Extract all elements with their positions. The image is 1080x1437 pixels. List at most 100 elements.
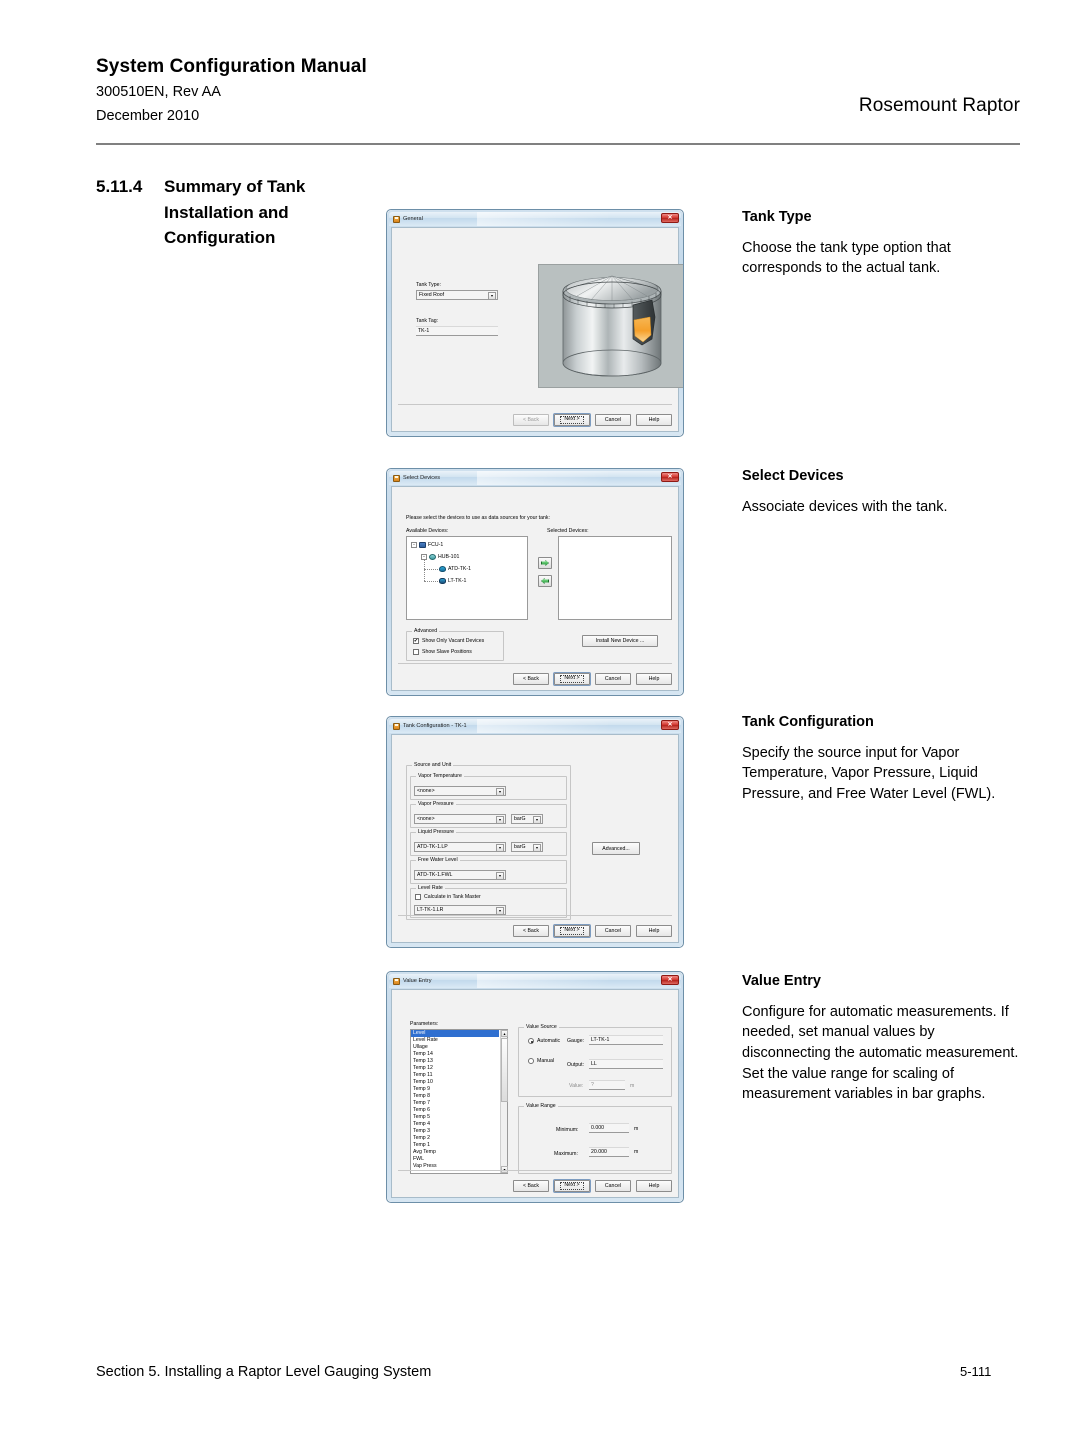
list-item[interactable]: Temp 14 <box>411 1051 499 1058</box>
help-button[interactable]: Help <box>636 673 672 685</box>
maximum-input[interactable]: 20.000 <box>589 1147 629 1157</box>
button-divider <box>398 1170 672 1171</box>
tree-node-atd[interactable]: ATD-TK-1 <box>439 566 471 572</box>
section-title-line-3: Configuration <box>164 228 276 247</box>
automatic-label: Automatic <box>537 1038 561 1044</box>
show-vacant-devices-checkbox[interactable]: ✔ Show Only Vacant Devices <box>413 638 484 644</box>
advanced-button[interactable]: Advanced... <box>592 842 640 855</box>
minimum-value: 0.000 <box>591 1125 604 1131</box>
value-input[interactable]: ? <box>589 1080 625 1090</box>
list-item[interactable]: Temp 7 <box>411 1100 499 1107</box>
cancel-button[interactable]: Cancel <box>595 414 631 426</box>
dialog-body: Parameters: Level Level Rate Ullage Temp 14… <box>391 989 679 1198</box>
back-button[interactable]: < Back <box>513 925 549 937</box>
manual-radio[interactable]: Manual <box>528 1058 554 1064</box>
close-icon[interactable]: ✕ <box>661 472 679 482</box>
minimum-unit: m <box>634 1126 639 1132</box>
cancel-button[interactable]: Cancel <box>595 673 631 685</box>
liquid-pressure-unit-select[interactable]: barG ▾ <box>511 842 543 852</box>
chevron-down-icon[interactable]: ▾ <box>533 816 541 824</box>
vapor-pressure-unit-select[interactable]: barG ▾ <box>511 814 543 824</box>
install-new-device-button[interactable]: Install New Device ... <box>582 635 658 647</box>
gauge-input[interactable]: LT-TK-1 <box>589 1035 663 1045</box>
list-item[interactable]: FWL <box>411 1156 499 1163</box>
available-devices-tree[interactable]: - FCU-1 - HUB-101 ATD-TK-1 LT-TK-1 <box>406 536 528 620</box>
next-button[interactable]: Next > <box>554 414 590 426</box>
list-item[interactable]: Avg Temp <box>411 1149 499 1156</box>
vapor-pressure-select[interactable]: <none> ▾ <box>414 814 506 824</box>
list-item[interactable]: Temp 3 <box>411 1128 499 1135</box>
parameters-list[interactable]: Level Level Rate Ullage Temp 14 Temp 13 Temp … <box>410 1029 508 1174</box>
list-item[interactable]: Temp 12 <box>411 1065 499 1072</box>
list-item[interactable]: Temp 5 <box>411 1114 499 1121</box>
description-value-entry: Value Entry Configure for automatic meas… <box>742 972 1022 1105</box>
chevron-down-icon[interactable]: ▾ <box>533 844 541 852</box>
list-item[interactable]: Temp 13 <box>411 1058 499 1065</box>
chevron-down-icon[interactable]: ▾ <box>496 788 504 796</box>
list-item[interactable]: Temp 11 <box>411 1072 499 1079</box>
list-item[interactable]: Ullage <box>411 1044 499 1051</box>
list-item[interactable]: Temp 8 <box>411 1093 499 1100</box>
list-item[interactable]: Temp 4 <box>411 1121 499 1128</box>
cancel-button[interactable]: Cancel <box>595 925 631 937</box>
scroll-up-icon[interactable]: ▴ <box>501 1030 508 1037</box>
instruction-text: Please select the devices to use as data… <box>406 515 550 521</box>
hub-icon <box>429 554 436 560</box>
next-button[interactable]: Next > <box>554 673 590 685</box>
dialog-general[interactable]: General ✕ Tank Type: Fixed Roof ▾ Tank T… <box>386 209 684 437</box>
automatic-radio[interactable]: Automatic <box>528 1038 560 1044</box>
scrollbar-thumb[interactable] <box>501 1038 508 1102</box>
list-item[interactable]: Vap Press <box>411 1163 499 1170</box>
move-right-button[interactable] <box>538 557 552 569</box>
close-icon[interactable]: ✕ <box>661 213 679 223</box>
tree-node-fcu[interactable]: - FCU-1 <box>411 542 443 548</box>
level-rate-select[interactable]: LT-TK-1.LR ▾ <box>414 905 506 915</box>
list-item[interactable]: Level <box>411 1030 499 1037</box>
liquid-pressure-select[interactable]: ATD-TK-1.LP ▾ <box>414 842 506 852</box>
chevron-down-icon[interactable]: ▾ <box>496 844 504 852</box>
chevron-down-icon[interactable]: ▾ <box>496 816 504 824</box>
dialog-value-entry[interactable]: Value Entry ✕ Parameters: Level Level Rat… <box>386 971 684 1203</box>
minimum-input[interactable]: 0.000 <box>589 1123 629 1133</box>
level-rate-value: LT-TK-1.LR <box>417 907 444 913</box>
chevron-down-icon[interactable]: ▾ <box>488 292 496 300</box>
back-button[interactable]: < Back <box>513 1180 549 1192</box>
vapor-temperature-select[interactable]: <none> ▾ <box>414 786 506 796</box>
back-button[interactable]: < Back <box>513 414 549 426</box>
selected-devices-list[interactable] <box>558 536 672 620</box>
tree-node-lt[interactable]: LT-TK-1 <box>439 578 466 584</box>
move-left-button[interactable] <box>538 575 552 587</box>
expander-icon[interactable]: - <box>411 542 417 548</box>
chevron-down-icon[interactable]: ▾ <box>496 907 504 915</box>
help-button[interactable]: Help <box>636 414 672 426</box>
tank-type-select[interactable]: Fixed Roof ▾ <box>416 290 498 300</box>
help-button[interactable]: Help <box>636 1180 672 1192</box>
checkbox-label: Show Only Vacant Devices <box>422 638 485 644</box>
dialog-tank-configuration[interactable]: Tank Configuration - TK-1 ✕ Source and U… <box>386 716 684 948</box>
dialog-select-devices[interactable]: Select Devices ✕ Please select the devic… <box>386 468 684 696</box>
cancel-button[interactable]: Cancel <box>595 1180 631 1192</box>
chevron-down-icon[interactable]: ▾ <box>496 872 504 880</box>
next-button[interactable]: Next > <box>554 925 590 937</box>
free-water-level-select[interactable]: ATD-TK-1.FWL ▾ <box>414 870 506 880</box>
list-item[interactable]: Temp 9 <box>411 1086 499 1093</box>
close-icon[interactable]: ✕ <box>661 975 679 985</box>
show-slave-positions-checkbox[interactable]: Show Slave Positions <box>413 649 472 655</box>
parameters-scrollbar[interactable]: ▴ ▾ <box>500 1030 508 1173</box>
tree-connector <box>424 559 425 581</box>
close-icon[interactable]: ✕ <box>661 720 679 730</box>
tree-node-hub[interactable]: - HUB-101 <box>421 554 459 560</box>
value-value: ? <box>591 1082 594 1088</box>
help-button[interactable]: Help <box>636 925 672 937</box>
description-select-devices: Select Devices Associate devices with th… <box>742 467 1022 517</box>
list-item[interactable]: Temp 1 <box>411 1142 499 1149</box>
list-item[interactable]: Level Rate <box>411 1037 499 1044</box>
output-input[interactable]: LL <box>589 1059 663 1069</box>
list-item[interactable]: Temp 6 <box>411 1107 499 1114</box>
list-item[interactable]: Temp 10 <box>411 1079 499 1086</box>
calculate-in-tank-master-checkbox[interactable]: Calculate in Tank Master <box>415 894 481 900</box>
list-item[interactable]: Temp 2 <box>411 1135 499 1142</box>
back-button[interactable]: < Back <box>513 673 549 685</box>
next-button[interactable]: Next > <box>554 1180 590 1192</box>
tank-tag-input[interactable]: TK-1 <box>416 326 498 336</box>
